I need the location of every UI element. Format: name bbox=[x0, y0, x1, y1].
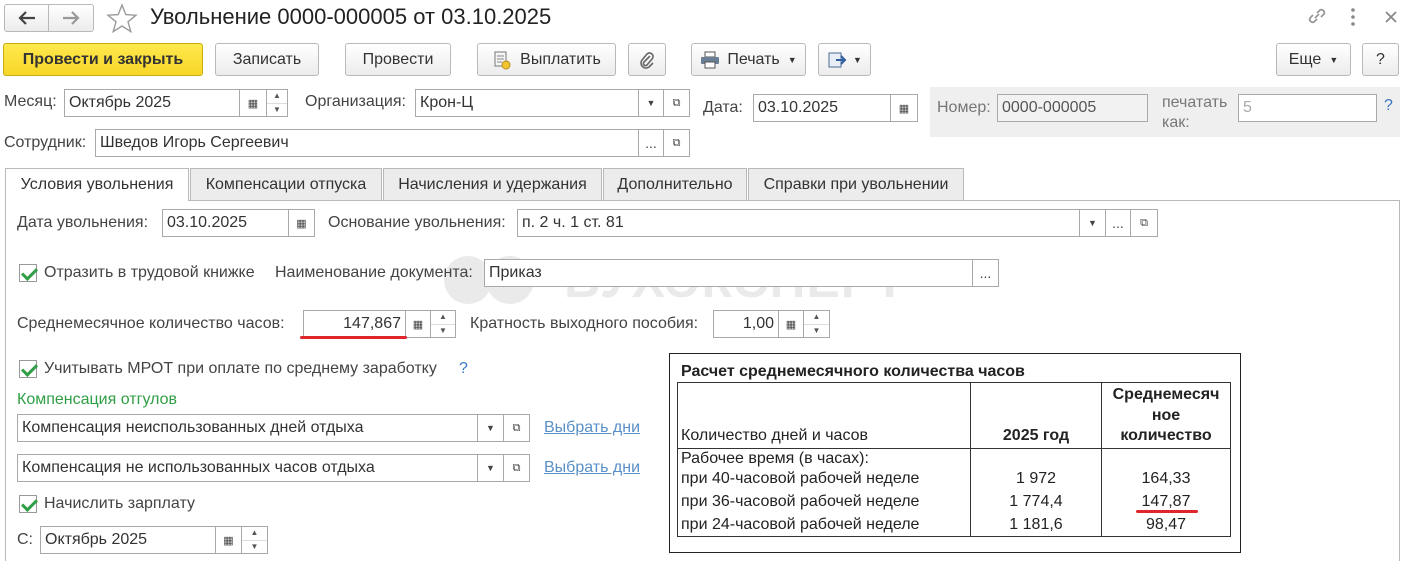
chevron-down-icon[interactable]: ▼ bbox=[477, 414, 504, 442]
from-label: С: bbox=[17, 531, 33, 548]
from-month-field[interactable]: Октябрь 2025 bbox=[40, 526, 216, 554]
calc-table-divider-h bbox=[677, 448, 1231, 449]
dismissal-reason-field[interactable]: п. 2 ч. 1 ст. 81 bbox=[517, 209, 1080, 237]
doc-name-field[interactable]: Приказ bbox=[484, 259, 973, 287]
calculator-icon[interactable]: ▦ bbox=[405, 310, 431, 338]
calc-row-year: 1 181,6 bbox=[1009, 516, 1063, 533]
mrot-label: Учитывать МРОТ при оплате по среднему за… bbox=[44, 360, 437, 377]
from-month-stepper[interactable]: ▲ ▼ bbox=[241, 526, 268, 554]
chevron-down-icon[interactable]: ▼ bbox=[477, 454, 504, 482]
dismissal-date-label: Дата увольнения: bbox=[17, 214, 149, 231]
calc-row-avg: 164,33 bbox=[1141, 470, 1191, 487]
calc-row-avg: 98,47 bbox=[1145, 516, 1187, 533]
avg-hours-field[interactable]: 147,867 bbox=[303, 310, 406, 338]
calc-col3-header-line3: количество bbox=[1120, 427, 1212, 444]
doc-name-label: Наименование документа: bbox=[275, 264, 473, 281]
calc-table-divider-v2 bbox=[1101, 382, 1102, 537]
calc-col1-header: Количество дней и часов bbox=[681, 427, 869, 444]
avg-hours-label: Среднемесячное количество часов: bbox=[17, 315, 285, 332]
mrot-help-icon[interactable]: ? bbox=[459, 360, 468, 378]
comp-hours-field[interactable]: Компенсация не использованных часов отды… bbox=[17, 454, 478, 482]
open-icon[interactable]: ⧉ bbox=[1130, 209, 1158, 237]
comp-days-field[interactable]: Компенсация неиспользованных дней отдыха bbox=[17, 414, 478, 442]
calendar-icon[interactable]: ▦ bbox=[288, 209, 315, 237]
open-icon[interactable]: ⧉ bbox=[503, 414, 530, 442]
choose-days-link-2[interactable]: Выбрать дни bbox=[544, 459, 640, 477]
calc-col3-header-line1: Среднемесяч bbox=[1112, 386, 1220, 403]
avg-hours-red-underline bbox=[300, 336, 407, 339]
choose-days-link-1[interactable]: Выбрать дни bbox=[544, 419, 640, 437]
tab-content: БУХЭКСПЕРТ Дата увольнения: 03.10.2025 ▦… bbox=[0, 0, 1403, 561]
calc-row-label: при 40-часовой рабочей неделе bbox=[681, 470, 920, 487]
calc-table-title: Расчет среднемесячного количества часов bbox=[681, 363, 1025, 380]
calc-row-label: при 24-часовой рабочей неделе bbox=[681, 516, 920, 533]
comp-section-title: Компенсация отгулов bbox=[17, 391, 177, 408]
reflect-workbook-checkbox[interactable] bbox=[19, 264, 37, 282]
calc-row-label: при 36-часовой рабочей неделе bbox=[681, 493, 920, 510]
severance-stepper[interactable]: ▲ ▼ bbox=[803, 310, 830, 338]
avg-hours-stepper[interactable]: ▲ ▼ bbox=[430, 310, 456, 338]
calc-row-year: 1 972 bbox=[1015, 470, 1057, 487]
accrue-salary-label: Начислить зарплату bbox=[44, 495, 195, 512]
open-icon[interactable]: ⧉ bbox=[503, 454, 530, 482]
calc-avg-red-underline bbox=[1136, 510, 1198, 513]
calc-row-avg: 147,87 bbox=[1141, 493, 1191, 510]
calc-row-year: 1 774,4 bbox=[1009, 493, 1063, 510]
calc-col2-header: 2025 год bbox=[1002, 427, 1070, 444]
reflect-workbook-label: Отразить в трудовой книжке bbox=[44, 264, 255, 281]
mrot-checkbox[interactable] bbox=[19, 360, 37, 378]
dismissal-reason-label: Основание увольнения: bbox=[328, 214, 506, 231]
chevron-down-icon[interactable]: ▼ bbox=[1079, 209, 1106, 237]
select-ellipsis-icon[interactable]: ... bbox=[1105, 209, 1131, 237]
dismissal-date-field[interactable]: 03.10.2025 bbox=[162, 209, 289, 237]
severance-field[interactable]: 1,00 bbox=[713, 310, 779, 338]
calendar-icon[interactable]: ▦ bbox=[215, 526, 242, 554]
calc-table-divider-v1 bbox=[970, 382, 971, 537]
calc-col3-header-line2: ное bbox=[1151, 407, 1181, 424]
severance-label: Кратность выходного пособия: bbox=[470, 315, 699, 332]
select-ellipsis-icon[interactable]: ... bbox=[972, 259, 999, 287]
accrue-salary-checkbox[interactable] bbox=[19, 495, 37, 513]
calc-row-header: Рабочее время (в часах): bbox=[681, 450, 869, 467]
calculator-icon[interactable]: ▦ bbox=[778, 310, 804, 338]
